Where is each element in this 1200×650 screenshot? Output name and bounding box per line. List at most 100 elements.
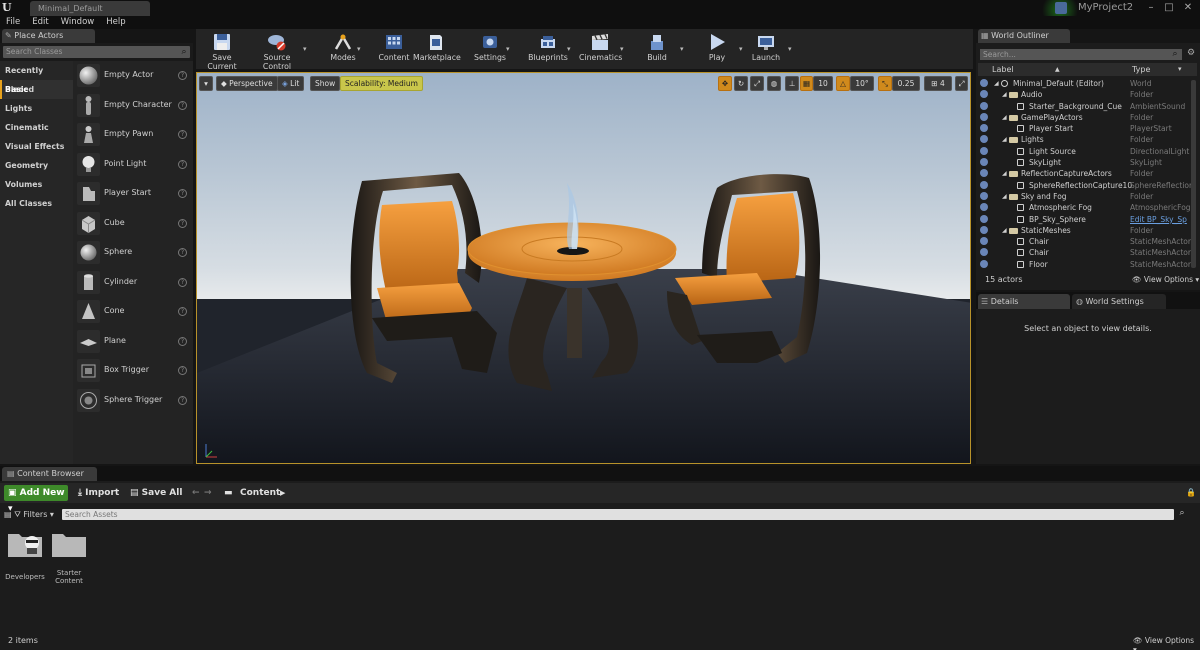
search-icon[interactable]: ⌕ [1176, 508, 1188, 520]
actor-item-cylinder[interactable]: Cylinder ? [73, 268, 191, 298]
folder-starter-content[interactable] [51, 530, 87, 558]
visibility-eye-icon[interactable] [980, 203, 988, 212]
actor-item-player-start[interactable]: Player Start ? [73, 179, 191, 209]
visibility-eye-icon[interactable] [980, 180, 988, 189]
actor-item-box-trigger[interactable]: Box Trigger ? [73, 356, 191, 386]
scale-snap-value[interactable]: 0.25 [892, 76, 920, 91]
actor-item-cone[interactable]: Cone ? [73, 297, 191, 327]
category-basic[interactable]: Basic [0, 80, 73, 99]
forward-arrow-icon[interactable]: → [204, 485, 212, 501]
chevron-down-icon[interactable]: ▾ [680, 45, 684, 53]
help-icon[interactable]: ? [178, 336, 187, 346]
world-local-icon[interactable]: ◍ [767, 76, 781, 91]
play-button[interactable]: Play [700, 29, 734, 69]
help-icon[interactable]: ? [178, 395, 187, 405]
tab-world-settings[interactable]: ◍ World Settings [1072, 294, 1166, 309]
show-button[interactable]: Show [310, 76, 341, 91]
visibility-eye-icon[interactable] [980, 158, 988, 167]
filters-button[interactable]: ▤ ⛛ Filters ▾ [4, 508, 54, 521]
search-icon[interactable]: ⌕ [178, 46, 190, 58]
outliner-row[interactable]: ◢ Minimal_Default (Editor) World [978, 78, 1197, 89]
visibility-eye-icon[interactable] [980, 191, 988, 200]
help-icon[interactable]: ? [178, 159, 187, 169]
help-icon[interactable]: ? [178, 189, 187, 198]
close-icon[interactable]: ✕ [1181, 2, 1195, 14]
actor-item-plane[interactable]: Plane ? [73, 327, 191, 357]
chevron-down-icon[interactable]: ▾ [788, 45, 792, 53]
category-cinematic[interactable]: Cinematic [0, 118, 73, 137]
chevron-down-icon[interactable]: ▾ [357, 45, 361, 53]
category-volumes[interactable]: Volumes [0, 175, 73, 194]
gear-icon[interactable]: ⚙ [1185, 48, 1197, 60]
chevron-down-icon[interactable]: ▾ [620, 45, 624, 53]
visibility-eye-icon[interactable] [980, 248, 988, 257]
help-icon[interactable]: ? [178, 71, 187, 80]
outliner-row[interactable]: BP_Sky_Sphere Edit BP_Sky_Sp [978, 214, 1197, 225]
actor-item-cube[interactable]: Cube ? [73, 209, 191, 239]
marketplace-button[interactable]: Marketplace [413, 29, 461, 69]
save-current-button[interactable]: Save Current [198, 29, 246, 71]
expand-arrow-icon[interactable]: ◢ [1002, 225, 1007, 236]
expand-arrow-icon[interactable]: ◢ [1002, 168, 1007, 179]
outliner-row[interactable]: ◢ ReflectionCaptureActors Folder [978, 168, 1197, 179]
visibility-eye-icon[interactable] [980, 259, 988, 268]
menu-file[interactable]: File [0, 16, 26, 29]
outliner-row[interactable]: ◢ Lights Folder [978, 134, 1197, 145]
search-classes-input[interactable]: Search Classes [3, 46, 190, 58]
rotate-icon[interactable]: ↻ [734, 76, 748, 91]
help-icon[interactable]: ? [178, 100, 187, 110]
chevron-down-icon[interactable]: ▾ [1178, 63, 1182, 76]
chevron-down-icon[interactable]: ▾ [567, 45, 571, 53]
outliner-row[interactable]: Atmospheric Fog AtmosphericFog [978, 202, 1197, 213]
column-header-type[interactable]: Type [1132, 63, 1150, 76]
level-viewport[interactable] [196, 72, 971, 464]
search-assets-input[interactable]: Search Assets [62, 509, 1174, 520]
actor-item-point-light[interactable]: Point Light ? [73, 150, 191, 180]
path-chevron-icon[interactable]: ▶ [280, 485, 285, 501]
category-all-classes[interactable]: All Classes [0, 194, 73, 213]
folder-developers[interactable] [7, 530, 43, 558]
help-icon[interactable]: ? [178, 248, 187, 257]
visibility-eye-icon[interactable] [980, 237, 988, 246]
actor-item-sphere-trigger[interactable]: Sphere Trigger ? [73, 386, 191, 416]
tab-details[interactable]: ☰ Details [978, 294, 1070, 309]
visibility-eye-icon[interactable] [980, 169, 988, 178]
visibility-eye-icon[interactable] [980, 146, 988, 155]
tab-world-outliner[interactable]: ▦ World Outliner [978, 29, 1070, 43]
outliner-row[interactable]: ◢ Sky and Fog Folder [978, 191, 1197, 202]
actor-item-sphere[interactable]: Sphere ? [73, 238, 191, 268]
expand-arrow-icon[interactable]: ◢ [1002, 134, 1007, 145]
category-geometry[interactable]: Geometry [0, 156, 73, 175]
expand-arrow-icon[interactable]: ◢ [1002, 112, 1007, 123]
outliner-row[interactable]: SkyLight SkyLight [978, 157, 1197, 168]
outliner-row[interactable]: ◢ StaticMeshes Folder [978, 225, 1197, 236]
lit-button[interactable]: ◈ Lit [277, 76, 305, 91]
blueprints-button[interactable]: Blueprints [528, 29, 568, 69]
menu-edit[interactable]: Edit [26, 16, 54, 29]
visibility-eye-icon[interactable] [980, 225, 988, 234]
help-icon[interactable]: ? [178, 130, 187, 139]
viewport-options-button[interactable]: ▾ [199, 76, 213, 91]
menu-help[interactable]: Help [100, 16, 131, 29]
rotation-snap-value[interactable]: 10° [850, 76, 874, 91]
tree-toggle-icon[interactable]: ▤ [4, 510, 14, 519]
outliner-search-input[interactable]: Search... [980, 49, 1182, 60]
visibility-eye-icon[interactable] [980, 90, 988, 99]
expand-arrow-icon[interactable]: ◢ [1002, 191, 1007, 202]
edit-blueprint-link[interactable]: Edit BP_Sky_Sp [1130, 214, 1187, 225]
visibility-eye-icon[interactable] [980, 79, 988, 87]
outliner-row[interactable]: Light Source DirectionalLight [978, 146, 1197, 157]
visibility-eye-icon[interactable] [980, 214, 988, 223]
expand-arrow-icon[interactable]: ◢ [994, 78, 999, 89]
visibility-eye-icon[interactable] [980, 124, 988, 133]
category-visual-effects[interactable]: Visual Effects [0, 137, 73, 156]
maximize-viewport-icon[interactable]: ⤢ [955, 76, 968, 91]
project-icon[interactable] [1055, 2, 1067, 14]
view-options-button[interactable]: 👁 View Options ▾ [1133, 636, 1200, 650]
expand-arrow-icon[interactable]: ◢ [1002, 89, 1007, 100]
actor-item-empty-character[interactable]: Empty Character ? [73, 91, 191, 121]
path-content[interactable]: Content [240, 485, 280, 501]
perspective-button[interactable]: ◆ Perspective [216, 76, 278, 91]
help-icon[interactable]: ? [178, 277, 187, 287]
content-button[interactable]: Content [376, 29, 412, 69]
